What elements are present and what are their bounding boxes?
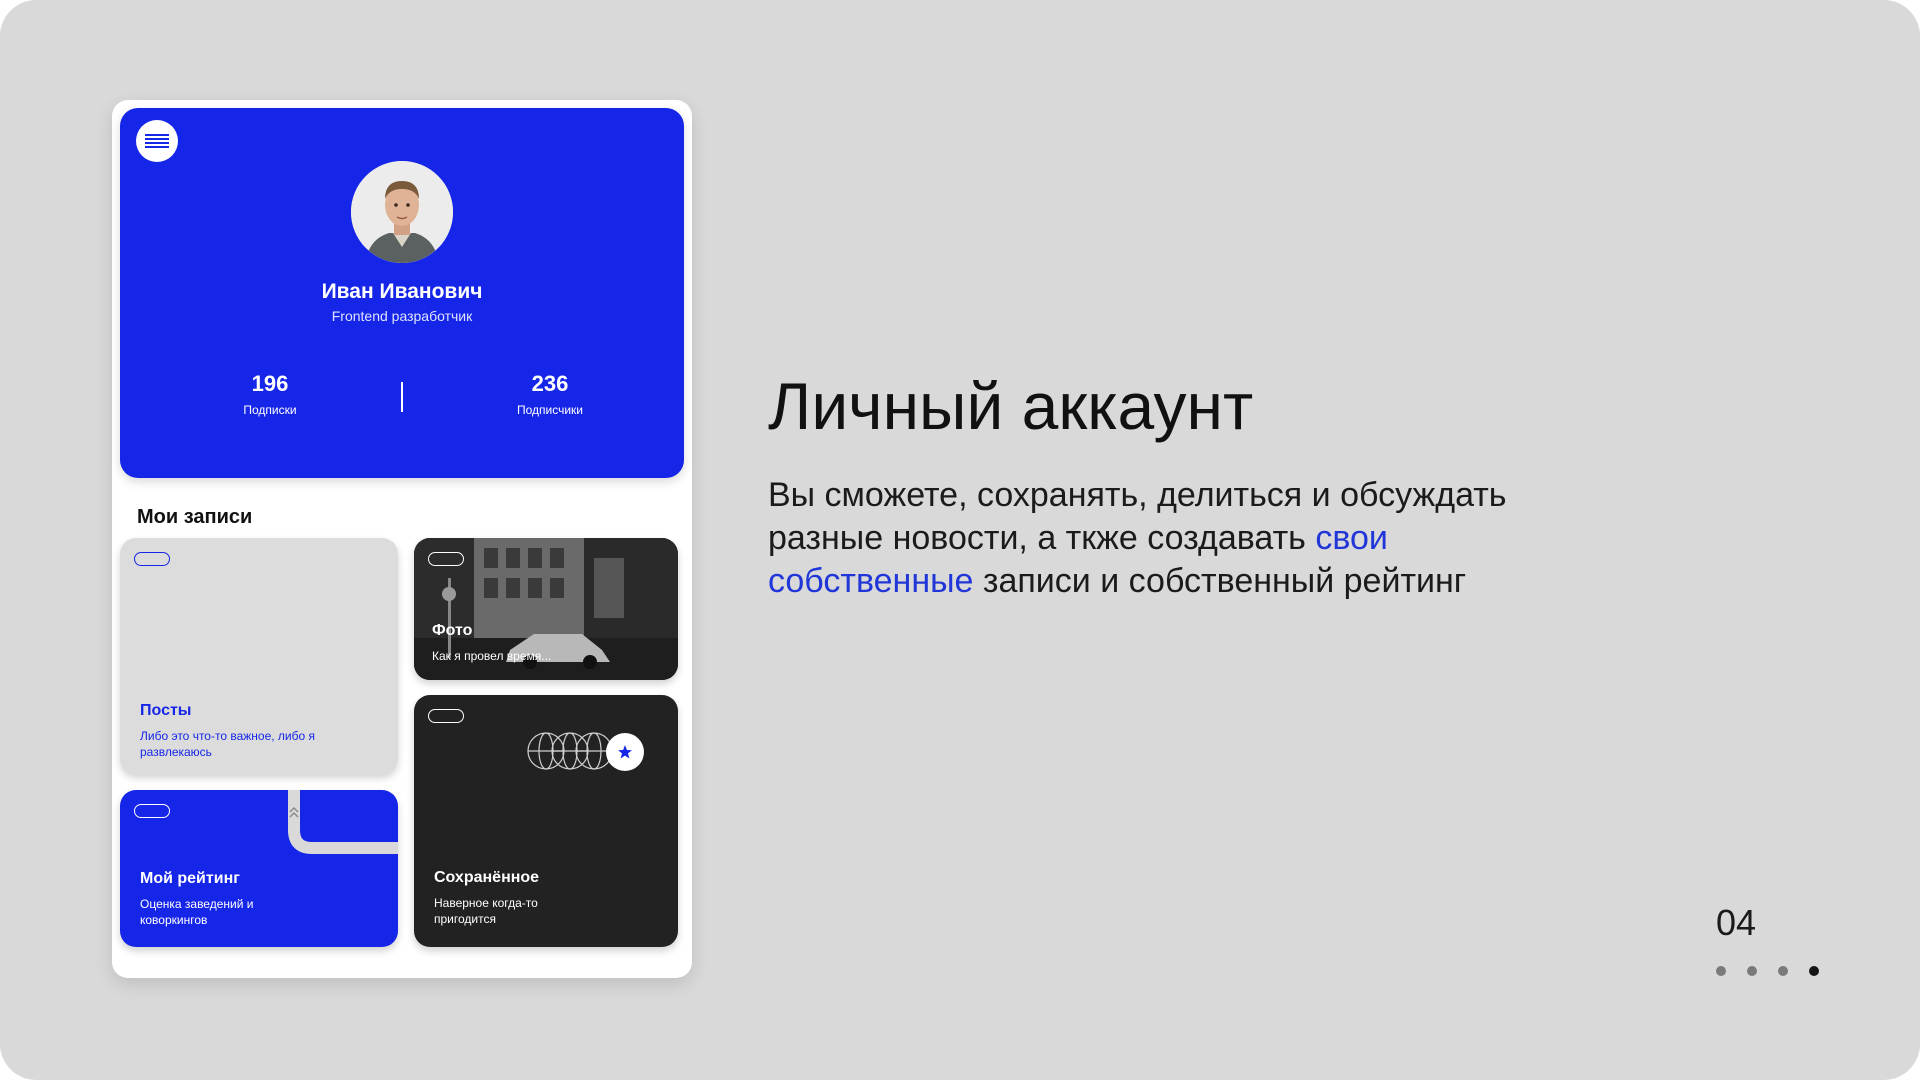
saved-card[interactable]: Сохранённое Наверное когда-то пригодится <box>414 695 678 947</box>
slide-heading: Личный аккаунт <box>768 369 1254 443</box>
pagination-dot-4[interactable] <box>1809 966 1819 976</box>
posts-title: Посты <box>140 702 192 719</box>
followers-count: 236 <box>531 371 569 396</box>
card-pill <box>134 804 170 818</box>
body-text-start: Вы сможете, сохранять, делиться и обсужд… <box>768 476 1507 557</box>
followers-stat[interactable]: 236 Подписчики <box>450 371 650 417</box>
card-pill <box>428 709 464 723</box>
slide: Иван Иванович Frontend разработчик 196 П… <box>0 0 1920 1080</box>
avatar-photo <box>351 161 453 263</box>
photo-card[interactable]: Фото Как я провел время... <box>414 538 678 680</box>
avatar[interactable] <box>351 161 453 263</box>
rating-title: Мой рейтинг <box>140 870 240 887</box>
star-badge <box>606 733 644 771</box>
slide-body: Вы сможете, сохранять, делиться и обсужд… <box>768 474 1528 603</box>
pagination-dot-1[interactable] <box>1716 966 1726 976</box>
pagination-dot-3[interactable] <box>1778 966 1788 976</box>
following-count: 196 <box>251 371 289 396</box>
posts-desc: Либо это что-то важное, либо я развлекаю… <box>140 729 316 759</box>
user-name: Иван Иванович <box>321 280 483 303</box>
page-number: 04 <box>1716 902 1757 943</box>
saved-desc: Наверное когда-то пригодится <box>434 896 538 926</box>
pagination-dot-2[interactable] <box>1747 966 1757 976</box>
rating-desc: Оценка заведений и коворкингов <box>140 897 254 927</box>
rating-card[interactable]: Мой рейтинг Оценка заведений и коворкинг… <box>120 790 398 947</box>
menu-button[interactable] <box>136 120 178 162</box>
posts-card[interactable]: Посты Либо это что-то важное, либо я раз… <box>120 538 398 774</box>
body-text-end: записи и собственный рейтинг <box>973 562 1467 600</box>
following-label: Подписки <box>243 403 297 417</box>
followers-label: Подписчики <box>516 403 583 417</box>
card-pill <box>134 552 170 566</box>
saved-title: Сохранённое <box>434 869 540 886</box>
photo-desc: Как я провел время... <box>432 649 552 663</box>
menu-icon <box>145 134 169 148</box>
user-role: Frontend разработчик <box>331 308 473 324</box>
following-stat[interactable]: 196 Подписки <box>170 371 370 417</box>
photo-title: Фото <box>432 622 473 639</box>
card-pill <box>428 552 464 566</box>
phone-mockup: Иван Иванович Frontend разработчик 196 П… <box>112 100 692 978</box>
stats-divider <box>401 382 403 412</box>
section-title: Мои записи <box>137 506 253 528</box>
profile-header: Иван Иванович Frontend разработчик 196 П… <box>120 108 684 478</box>
star-icon <box>618 745 632 759</box>
pagination-dots <box>1716 966 1819 976</box>
